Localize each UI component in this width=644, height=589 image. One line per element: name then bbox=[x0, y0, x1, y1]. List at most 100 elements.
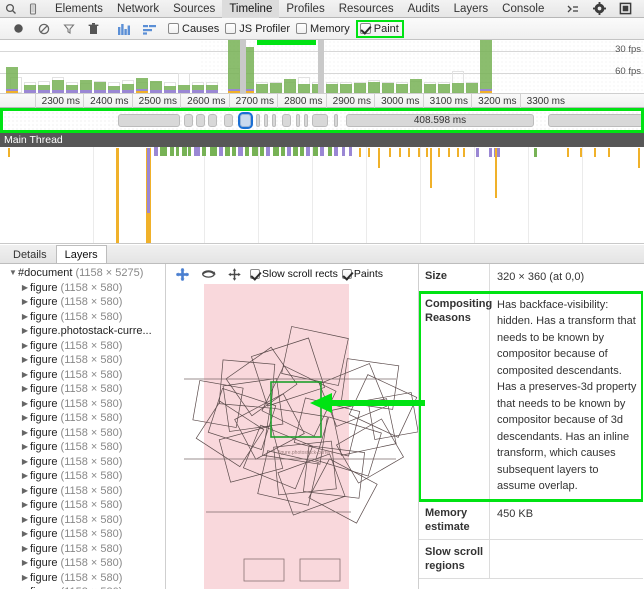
chevron-right-icon[interactable]: ▶ bbox=[20, 542, 30, 557]
flame-event-bar[interactable] bbox=[430, 148, 432, 188]
frame-chip[interactable] bbox=[224, 114, 233, 127]
fps-overview-chart[interactable]: 30 fps 60 fps bbox=[0, 40, 644, 93]
flame-event-bar[interactable] bbox=[232, 147, 236, 156]
layer-3d-viewer[interactable]: Slow scroll rects Paints figure.photosta… bbox=[166, 264, 419, 589]
clear-icon[interactable] bbox=[31, 18, 56, 40]
flame-event-bar[interactable] bbox=[306, 147, 310, 156]
chevron-right-icon[interactable]: ▶ bbox=[20, 368, 30, 383]
chevron-right-icon[interactable]: ▶ bbox=[20, 527, 30, 542]
flame-event-bar[interactable] bbox=[147, 148, 150, 213]
frame-chip[interactable] bbox=[196, 114, 205, 127]
flame-event-bar[interactable] bbox=[188, 147, 191, 156]
flame-event-bar[interactable] bbox=[273, 147, 279, 156]
layer-tree-row[interactable]: ▶figure.photostack-curre... bbox=[0, 324, 165, 339]
flame-event-bar[interactable] bbox=[368, 148, 370, 157]
checkbox-slow-scroll-rects[interactable]: Slow scroll rects bbox=[250, 268, 338, 280]
frame-chip[interactable] bbox=[118, 114, 180, 127]
layer-tree-row[interactable]: ▶figure(1158 × 580) bbox=[0, 397, 165, 412]
chevron-right-icon[interactable]: ▶ bbox=[20, 339, 30, 354]
paint-checkbox[interactable] bbox=[360, 23, 371, 34]
layer-tree-row[interactable]: ▶figure(1158 × 580) bbox=[0, 469, 165, 484]
layer-tree-row[interactable]: ▶figure(1158 × 580) bbox=[0, 353, 165, 368]
flame-event-bar[interactable] bbox=[399, 148, 401, 157]
layer-tree-row[interactable]: ▶figure(1158 × 580) bbox=[0, 585, 165, 589]
slow-scroll-rects-checkbox[interactable] bbox=[250, 269, 260, 279]
frame-chip[interactable] bbox=[282, 114, 291, 127]
flame-event-bar[interactable] bbox=[116, 148, 119, 243]
layer-tree-row[interactable]: ▶figure(1158 × 580) bbox=[0, 527, 165, 542]
flame-event-bar[interactable] bbox=[154, 147, 158, 156]
frame-chip[interactable] bbox=[256, 114, 260, 127]
chevron-right-icon[interactable]: ▶ bbox=[20, 513, 30, 528]
frame-chip[interactable] bbox=[296, 114, 300, 127]
layer-tree-row[interactable]: ▶figure(1158 × 580) bbox=[0, 571, 165, 586]
chevron-right-icon[interactable]: ▶ bbox=[20, 556, 30, 571]
layer-tree-row[interactable]: ▶figure(1158 × 580) bbox=[0, 295, 165, 310]
flame-event-bar[interactable] bbox=[638, 148, 640, 168]
frame-chip[interactable] bbox=[548, 114, 641, 127]
main-thread-flame-chart[interactable] bbox=[0, 147, 644, 244]
flame-event-bar[interactable] bbox=[170, 147, 174, 156]
flame-event-bar[interactable] bbox=[567, 148, 569, 157]
chevron-right-icon[interactable]: ▶ bbox=[20, 585, 30, 589]
chevron-right-icon[interactable]: ▶ bbox=[20, 295, 30, 310]
flame-event-bar[interactable] bbox=[202, 147, 206, 156]
frame-chip[interactable] bbox=[312, 114, 328, 127]
flame-event-bar[interactable] bbox=[359, 148, 361, 157]
flame-event-bar[interactable] bbox=[408, 148, 410, 157]
flame-event-bar[interactable] bbox=[245, 147, 249, 156]
flame-event-bar[interactable] bbox=[287, 147, 291, 156]
flame-event-bar[interactable] bbox=[378, 148, 380, 168]
frame-chip[interactable] bbox=[304, 114, 308, 127]
tab-resources[interactable]: Resources bbox=[332, 0, 401, 18]
chevron-right-icon[interactable]: ▶ bbox=[20, 281, 30, 296]
js-profiler-checkbox[interactable] bbox=[225, 23, 236, 34]
frames-view-icon[interactable] bbox=[112, 18, 137, 40]
flame-event-bar[interactable] bbox=[300, 147, 304, 156]
layer-tree-row[interactable]: ▶figure(1158 × 580) bbox=[0, 281, 165, 296]
flame-event-bar[interactable] bbox=[342, 147, 345, 156]
frame-chip[interactable] bbox=[184, 114, 193, 127]
flame-event-bar[interactable] bbox=[534, 148, 537, 157]
flame-event-bar[interactable] bbox=[219, 147, 223, 156]
layer-tree-row[interactable]: ▶figure(1158 × 580) bbox=[0, 368, 165, 383]
frame-chip[interactable] bbox=[272, 114, 276, 127]
checkbox-causes[interactable]: Causes bbox=[168, 23, 219, 35]
tab-layers[interactable]: Layers bbox=[447, 0, 496, 18]
chevron-right-icon[interactable]: ▶ bbox=[20, 324, 30, 339]
chevron-right-icon[interactable]: ▶ bbox=[20, 382, 30, 397]
flame-event-bar[interactable] bbox=[182, 147, 187, 156]
flame-event-bar[interactable] bbox=[438, 148, 440, 157]
layer-tree-row[interactable]: ▶figure(1158 × 580) bbox=[0, 556, 165, 571]
layer-stage[interactable]: figure.photostack-current bbox=[166, 284, 419, 589]
flame-event-bar[interactable] bbox=[320, 147, 324, 156]
frame-chip[interactable]: 408.598 ms bbox=[346, 114, 534, 127]
flame-event-bar[interactable] bbox=[260, 147, 264, 156]
checkbox-paint[interactable]: Paint bbox=[358, 22, 402, 36]
layer-tree-row[interactable]: ▶figure(1158 × 580) bbox=[0, 310, 165, 325]
chevron-right-icon[interactable]: ▶ bbox=[20, 310, 30, 325]
gear-icon[interactable] bbox=[586, 0, 612, 18]
tab-timeline[interactable]: Timeline bbox=[222, 0, 279, 18]
console-drawer-icon[interactable] bbox=[560, 0, 586, 18]
dock-icon[interactable] bbox=[612, 0, 638, 18]
chevron-right-icon[interactable]: ▶ bbox=[20, 397, 30, 412]
frame-strip[interactable]: 408.598 ms bbox=[3, 111, 641, 130]
flame-event-bar[interactable] bbox=[328, 147, 332, 156]
tab-sources[interactable]: Sources bbox=[166, 0, 222, 18]
flame-event-bar[interactable] bbox=[418, 148, 420, 157]
trash-icon[interactable] bbox=[81, 18, 106, 40]
tab-profiles[interactable]: Profiles bbox=[279, 0, 331, 18]
reset-transform-icon[interactable] bbox=[222, 265, 246, 283]
chevron-right-icon[interactable]: ▶ bbox=[20, 498, 30, 513]
layer-tree-row[interactable]: ▼#document(1158 × 5275) bbox=[0, 266, 165, 281]
checkbox-js-profiler[interactable]: JS Profiler bbox=[225, 23, 290, 35]
chevron-right-icon[interactable]: ▶ bbox=[20, 426, 30, 441]
layer-tree-row[interactable]: ▶figure(1158 × 580) bbox=[0, 498, 165, 513]
flame-event-bar[interactable] bbox=[313, 147, 318, 156]
flame-event-bar[interactable] bbox=[497, 148, 500, 157]
device-mode-icon[interactable] bbox=[22, 0, 44, 18]
chevron-right-icon[interactable]: ▶ bbox=[20, 484, 30, 499]
chevron-right-icon[interactable]: ▶ bbox=[20, 411, 30, 426]
flame-event-bar[interactable] bbox=[463, 148, 465, 157]
